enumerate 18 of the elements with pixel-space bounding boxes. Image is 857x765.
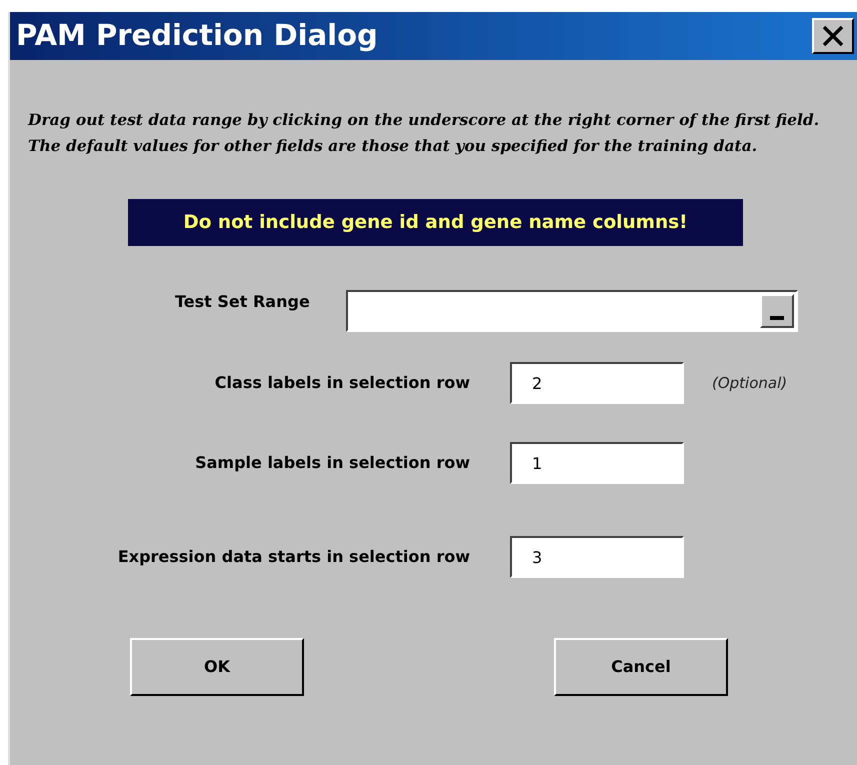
window-title: PAM Prediction Dialog [16,17,378,54]
warning-banner: Do not include gene id and gene name columns! [128,199,743,246]
field-label: Test Set Range [175,291,310,313]
close-button[interactable] [812,18,854,54]
instructions-text: Drag out test data range by clicking on the underscore at the right corner of the first field. The default values for other fields are those that you specified for the training data. [28,109,820,157]
range-field[interactable] [346,290,798,332]
close-icon [821,25,845,47]
cancel-button[interactable]: Cancel [554,638,728,696]
number-field[interactable]: 3 [510,536,684,578]
range-picker-button[interactable] [760,294,794,328]
number-field[interactable]: 2 [510,362,684,404]
field-label: Expression data starts in selection row [118,547,470,566]
optional-note: (Optional) [712,372,788,394]
field-label: Sample labels in selection row [195,453,470,472]
ok-button[interactable]: OK [130,638,304,696]
underscore-icon [770,316,784,320]
number-field[interactable]: 1 [510,442,684,484]
field-label: Class labels in selection row [214,373,470,392]
